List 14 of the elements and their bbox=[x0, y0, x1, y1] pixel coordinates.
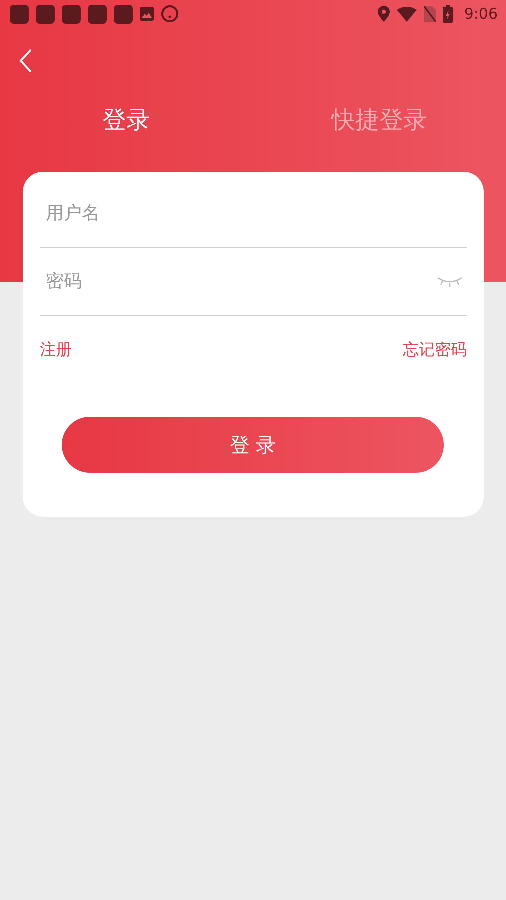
forgot-password-link[interactable]: 忘记密码 bbox=[403, 340, 467, 361]
login-button[interactable]: 登 录 bbox=[62, 417, 444, 473]
tab[interactable]: 登录 bbox=[0, 104, 253, 136]
battery-icon bbox=[443, 5, 454, 23]
image-icon bbox=[140, 7, 154, 21]
wifi-icon bbox=[397, 6, 418, 22]
face-icon bbox=[161, 5, 179, 23]
location-icon bbox=[378, 6, 390, 22]
register-link[interactable]: 注册 bbox=[40, 340, 72, 361]
status-time: 9:06 bbox=[464, 5, 498, 23]
password-field[interactable]: 密码 bbox=[44, 270, 437, 293]
username-field[interactable]: 用户名 bbox=[44, 202, 463, 225]
back-button[interactable] bbox=[18, 48, 34, 74]
no-sim-icon bbox=[424, 6, 436, 22]
